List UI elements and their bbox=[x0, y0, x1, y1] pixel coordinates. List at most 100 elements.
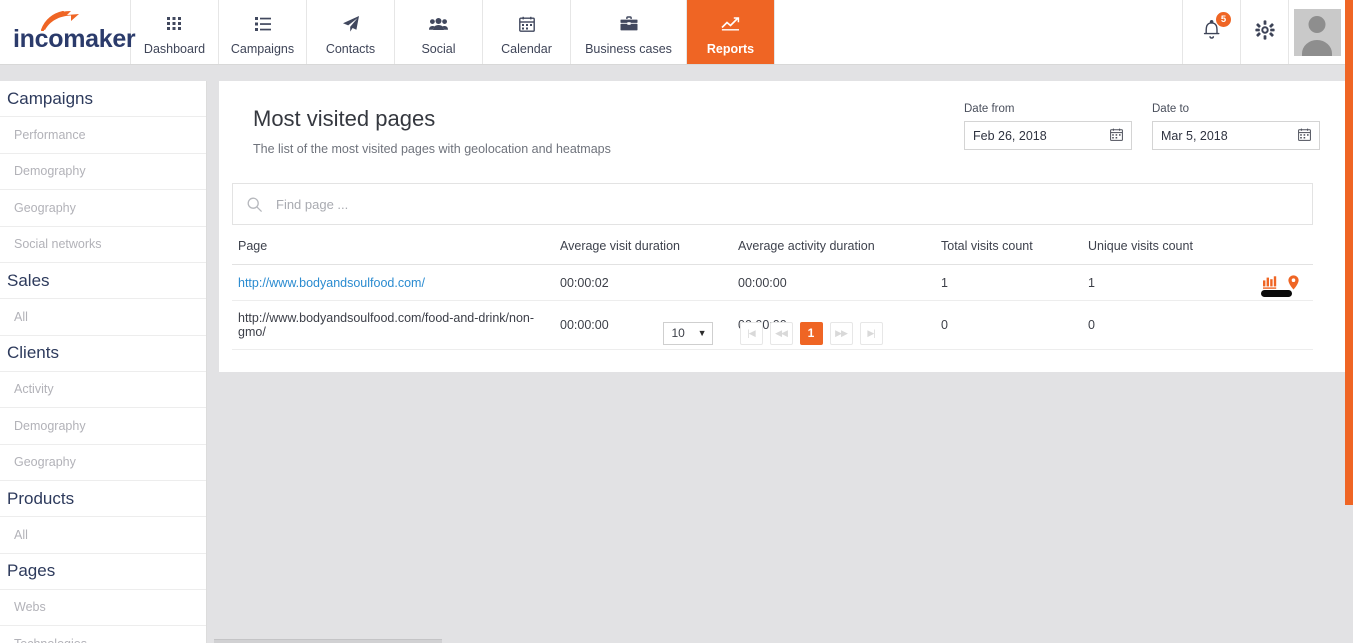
grid-icon bbox=[166, 13, 183, 35]
column-header-page[interactable]: Page bbox=[232, 239, 560, 265]
sidebar-item-sales-all[interactable]: All bbox=[0, 299, 206, 336]
page-size-value: 10 bbox=[671, 326, 685, 340]
sidebar: Campaigns Performance Demography Geograp… bbox=[0, 81, 207, 643]
column-header-avg-activity-duration[interactable]: Average activity duration bbox=[738, 239, 941, 265]
cell-avg-visit-duration: 00:00:02 bbox=[560, 264, 738, 301]
heatmap-chart-icon[interactable] bbox=[1263, 276, 1277, 289]
vertical-scrollbar-thumb[interactable] bbox=[1345, 0, 1353, 505]
sidebar-item-label: Demography bbox=[14, 418, 86, 433]
chart-line-icon bbox=[721, 13, 740, 35]
page-number-button-1[interactable]: 1 bbox=[799, 321, 823, 345]
sidebar-item-label: Webs bbox=[14, 600, 46, 615]
sidebar-item-clients-activity[interactable]: Activity bbox=[0, 372, 206, 408]
table-pagination: 10 ▼ |◀ ◀◀ 1 ▶▶ ▶| bbox=[232, 313, 1313, 353]
horizontal-scrollbar-thumb[interactable] bbox=[214, 639, 442, 643]
calendar-icon[interactable] bbox=[1110, 128, 1123, 144]
search-icon bbox=[247, 197, 262, 212]
sidebar-group-label: Products bbox=[7, 488, 75, 508]
settings-button[interactable] bbox=[1241, 0, 1289, 64]
sidebar-item-campaigns-performance[interactable]: Performance bbox=[0, 117, 206, 154]
cell-unique-visits: 1 bbox=[1088, 264, 1263, 301]
sidebar-group-sales[interactable]: Sales bbox=[0, 263, 206, 299]
column-header-total-visits[interactable]: Total visits count bbox=[941, 239, 1088, 265]
date-to-label: Date to bbox=[1152, 103, 1190, 115]
most-visited-pages-card: Most visited pages The list of the most … bbox=[219, 81, 1345, 372]
sidebar-item-label: Geography bbox=[14, 455, 76, 470]
nav-label: Business cases bbox=[585, 41, 672, 56]
nav-label: Social bbox=[421, 41, 456, 56]
sidebar-item-label: All bbox=[14, 527, 28, 542]
date-to-field: Date to Mar 5, 2018 bbox=[1152, 103, 1320, 150]
find-page-search[interactable] bbox=[232, 183, 1313, 225]
sidebar-item-label: Technologies bbox=[14, 637, 87, 643]
nav-item-business-cases[interactable]: Business cases bbox=[571, 0, 687, 64]
search-input[interactable] bbox=[274, 195, 1220, 213]
sidebar-group-pages[interactable]: Pages bbox=[0, 554, 206, 590]
table-header-row: Page Average visit duration Average acti… bbox=[232, 239, 1313, 265]
sidebar-item-pages-webs[interactable]: Webs bbox=[0, 590, 206, 626]
date-from-field: Date from Feb 26, 2018 bbox=[964, 103, 1132, 150]
brand-logo[interactable]: incomaker bbox=[0, 0, 136, 64]
column-header-unique-visits[interactable]: Unique visits count bbox=[1088, 239, 1263, 265]
nav-item-campaigns[interactable]: Campaigns bbox=[219, 0, 307, 64]
sidebar-item-label: Activity bbox=[14, 382, 54, 397]
nav-item-calendar[interactable]: Calendar bbox=[483, 0, 571, 64]
sidebar-group-clients[interactable]: Clients bbox=[0, 336, 206, 372]
top-navigation-bar: incomaker Dashboard Campaigns Contacts S… bbox=[0, 0, 1345, 65]
sidebar-item-pages-technologies[interactable]: Technologies bbox=[0, 626, 206, 643]
sidebar-group-campaigns[interactable]: Campaigns bbox=[0, 81, 206, 117]
sidebar-group-label: Clients bbox=[7, 343, 59, 362]
briefcase-icon bbox=[620, 13, 638, 35]
date-to-value: Mar 5, 2018 bbox=[1161, 128, 1228, 143]
card-header: Most visited pages The list of the most … bbox=[219, 81, 1345, 165]
nav-label: Dashboard bbox=[143, 41, 206, 56]
date-from-label: Date from bbox=[964, 103, 1015, 115]
vertical-scrollbar-track[interactable] bbox=[1345, 0, 1353, 643]
cell-total-visits: 1 bbox=[941, 264, 1088, 301]
cell-avg-activity-duration: 00:00:00 bbox=[738, 264, 941, 301]
date-from-value: Feb 26, 2018 bbox=[973, 128, 1047, 143]
user-menu-button[interactable] bbox=[1289, 0, 1345, 64]
sidebar-group-label: Campaigns bbox=[7, 88, 93, 108]
sidebar-item-label: Performance bbox=[14, 127, 86, 142]
nav-item-reports[interactable]: Reports bbox=[687, 0, 775, 64]
sidebar-item-campaigns-demography[interactable]: Demography bbox=[0, 154, 206, 190]
date-range-filters: Date from Feb 26, 2018 Date to Mar 5, 20… bbox=[964, 103, 1320, 150]
nav-label: Calendar bbox=[501, 41, 552, 56]
calendar-icon[interactable] bbox=[1298, 128, 1311, 144]
next-page-button[interactable]: ▶▶ bbox=[829, 321, 853, 345]
nav-item-social[interactable]: Social bbox=[395, 0, 483, 64]
sidebar-item-label: Demography bbox=[14, 164, 86, 179]
notifications-button[interactable]: 5 bbox=[1183, 0, 1241, 64]
first-page-button[interactable]: |◀ bbox=[739, 321, 763, 345]
previous-page-button[interactable]: ◀◀ bbox=[769, 321, 793, 345]
page-url-link[interactable]: http://www.bodyandsoulfood.com/ bbox=[238, 276, 425, 290]
sidebar-item-clients-demography[interactable]: Demography bbox=[0, 408, 206, 445]
last-page-button[interactable]: ▶| bbox=[859, 321, 883, 345]
sidebar-item-label: Social networks bbox=[14, 237, 102, 252]
nav-item-contacts[interactable]: Contacts bbox=[307, 0, 395, 64]
brand-name: incomaker bbox=[13, 25, 136, 53]
nav-label: Campaigns bbox=[230, 41, 295, 56]
column-header-actions bbox=[1263, 239, 1313, 265]
notification-badge: 5 bbox=[1216, 12, 1231, 27]
date-from-input[interactable]: Feb 26, 2018 bbox=[964, 121, 1132, 150]
column-header-avg-visit-duration[interactable]: Average visit duration bbox=[560, 239, 738, 265]
paper-plane-icon bbox=[342, 13, 360, 35]
sidebar-group-products[interactable]: Products bbox=[0, 481, 206, 517]
page-size-select[interactable]: 10 ▼ bbox=[662, 321, 713, 345]
sidebar-item-products-all[interactable]: All bbox=[0, 517, 206, 554]
nav-spacer bbox=[775, 0, 1183, 64]
nav-item-dashboard[interactable]: Dashboard bbox=[131, 0, 219, 64]
nav-label: Contacts bbox=[325, 41, 376, 56]
gear-icon bbox=[1254, 19, 1275, 45]
sidebar-item-clients-geography[interactable]: Geography bbox=[0, 445, 206, 481]
sidebar-item-campaigns-geography[interactable]: Geography bbox=[0, 190, 206, 227]
sidebar-item-campaigns-social-networks[interactable]: Social networks bbox=[0, 227, 206, 263]
date-to-input[interactable]: Mar 5, 2018 bbox=[1152, 121, 1320, 150]
cell-page: http://www.bodyandsoulfood.com/ bbox=[232, 264, 560, 301]
cell-row-actions bbox=[1261, 264, 1313, 301]
sidebar-group-label: Sales bbox=[7, 270, 50, 290]
map-pin-icon[interactable] bbox=[1288, 275, 1299, 290]
nav-label: Reports bbox=[706, 41, 755, 56]
